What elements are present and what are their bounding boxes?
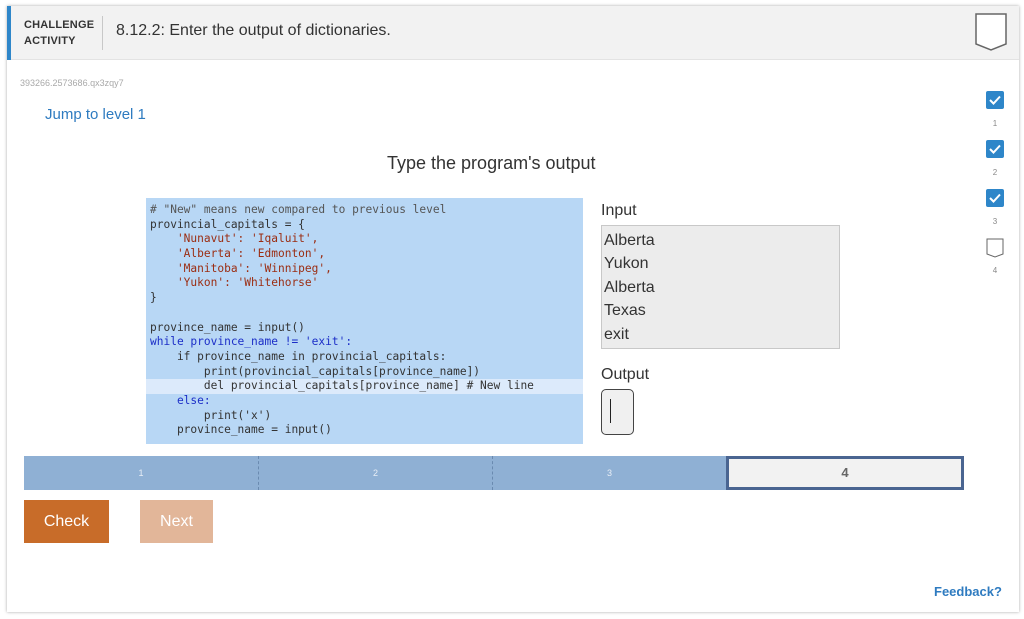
- code-line: print('x'): [150, 408, 272, 422]
- activity-identifier: 393266.2573686.qx3zqy7: [20, 78, 124, 88]
- output-label: Output: [601, 366, 650, 383]
- activity-kind-line1: CHALLENGE: [24, 19, 95, 31]
- program-input-box: Alberta Yukon Alberta Texas exit: [601, 225, 840, 349]
- header-divider: [102, 16, 103, 50]
- code-line: 'Yukon': 'Whitehorse': [150, 276, 319, 290]
- code-line: 'Alberta': 'Edmonton',: [150, 247, 326, 261]
- checkbox-checked-icon: [986, 189, 1004, 207]
- progress-segment-4[interactable]: 4: [726, 456, 964, 490]
- header-accent-bar: [7, 6, 11, 60]
- level-number: 4: [992, 266, 998, 275]
- challenge-card: CHALLENGE ACTIVITY 8.12.2: Enter the out…: [7, 6, 1019, 612]
- check-button[interactable]: Check: [24, 500, 109, 543]
- activity-kind-line2: ACTIVITY: [24, 35, 76, 47]
- activity-kind: CHALLENGE ACTIVITY: [24, 17, 96, 49]
- progress-segment-2[interactable]: 2: [259, 456, 493, 490]
- code-line: province_name = input(): [150, 320, 305, 334]
- input-line: Alberta: [604, 278, 655, 296]
- input-line: Yukon: [604, 255, 649, 273]
- text-cursor: [610, 399, 611, 423]
- checkbox-checked-icon: [986, 91, 1004, 109]
- code-line: # "New" means new compared to previous l…: [150, 203, 447, 216]
- input-label: Input: [601, 202, 637, 219]
- input-line: Alberta: [604, 232, 655, 249]
- code-line-highlighted: del provincial_capitals[province_name] #…: [146, 379, 583, 394]
- level-indicator-4[interactable]: 4: [983, 238, 1009, 287]
- level-indicator-1[interactable]: 1: [983, 91, 1009, 140]
- code-line: else:: [150, 393, 211, 407]
- code-line: province_name = input(): [150, 423, 332, 437]
- feedback-link[interactable]: Feedback?: [934, 584, 1002, 599]
- checkbox-checked-icon: [986, 140, 1004, 158]
- activity-header: CHALLENGE ACTIVITY 8.12.2: Enter the out…: [7, 6, 1019, 60]
- level-incomplete-icon: [986, 238, 1004, 258]
- progress-segment-1[interactable]: 1: [24, 456, 259, 490]
- input-line: Texas: [604, 302, 646, 320]
- level-checklist: 1 2 3 4: [983, 91, 1009, 287]
- code-line: provincial_capitals = {: [150, 217, 305, 231]
- level-indicator-2[interactable]: 2: [983, 140, 1009, 189]
- jump-to-level-link[interactable]: Jump to level 1: [45, 106, 146, 123]
- output-answer-field[interactable]: [601, 389, 634, 435]
- instruction-prompt: Type the program's output: [387, 153, 596, 173]
- level-number: 1: [992, 119, 998, 128]
- input-line: exit: [604, 325, 629, 343]
- code-line: while province_name != 'exit':: [150, 335, 353, 349]
- level-number: 2: [992, 168, 998, 177]
- code-line: print(provincial_capitals[province_name]…: [150, 364, 481, 378]
- activity-title: 8.12.2: Enter the output of dictionaries…: [116, 22, 391, 39]
- progress-segment-3[interactable]: 3: [493, 456, 727, 490]
- code-line: }: [150, 291, 157, 305]
- level-progress-bar: 1 2 3 4: [24, 456, 964, 490]
- code-line: if province_name in provincial_capitals:: [150, 349, 447, 363]
- code-line: 'Manitoba': 'Winnipeg',: [150, 261, 332, 275]
- code-listing: # "New" means new compared to previous l…: [146, 198, 583, 444]
- level-indicator-3[interactable]: 3: [983, 189, 1009, 238]
- code-line: 'Nunavut': 'Iqaluit',: [150, 232, 319, 246]
- level-number: 3: [992, 217, 998, 226]
- next-button[interactable]: Next: [140, 500, 213, 543]
- bookmark-icon[interactable]: [974, 12, 1008, 52]
